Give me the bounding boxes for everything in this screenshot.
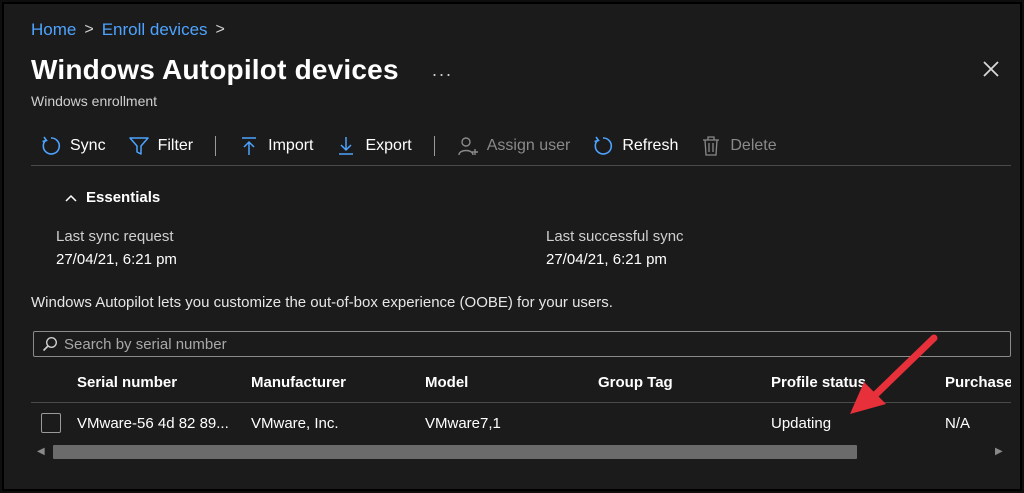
essentials-toggle[interactable]: Essentials bbox=[64, 189, 160, 206]
annotation-arrow-icon bbox=[850, 334, 938, 414]
essentials-label: Essentials bbox=[86, 189, 161, 206]
column-header-purchase[interactable]: Purchase bbox=[945, 374, 1011, 391]
last-successful-sync-value: 27/04/21, 6:21 pm bbox=[546, 251, 667, 268]
row-checkbox-cell bbox=[31, 413, 77, 433]
chevron-up-icon bbox=[65, 194, 77, 202]
breadcrumb-separator: > bbox=[215, 21, 225, 38]
cell-model: VMware7,1 bbox=[425, 414, 501, 432]
assign-user-button[interactable]: Assign user bbox=[457, 135, 571, 157]
cell-manufacturer: VMware, Inc. bbox=[251, 414, 339, 432]
page-title: Windows Autopilot devices bbox=[31, 54, 399, 85]
column-header-group-tag[interactable]: Group Tag bbox=[598, 374, 771, 391]
toolbar-divider-line bbox=[31, 165, 1011, 166]
last-sync-request-label: Last sync request bbox=[56, 228, 174, 245]
search-input[interactable] bbox=[64, 335, 964, 353]
trash-icon bbox=[703, 136, 720, 156]
column-header-serial-number[interactable]: Serial number bbox=[77, 374, 251, 391]
breadcrumb: Home > Enroll devices > bbox=[31, 20, 225, 40]
search-icon bbox=[42, 336, 58, 352]
import-button[interactable]: Import bbox=[238, 135, 313, 157]
refresh-icon bbox=[594, 136, 613, 155]
cell-serial-number[interactable]: VMware-56 4d 82 89... bbox=[77, 415, 251, 432]
delete-label: Delete bbox=[730, 137, 777, 154]
more-options-button[interactable]: ... bbox=[432, 60, 453, 81]
last-successful-sync: Last successful sync 27/04/21, 6:21 pm bbox=[546, 228, 684, 268]
column-header-manufacturer[interactable]: Manufacturer bbox=[251, 374, 425, 391]
export-label: Export bbox=[365, 137, 412, 154]
filter-icon bbox=[128, 137, 149, 155]
refresh-button[interactable]: Refresh bbox=[592, 135, 678, 157]
assign-user-label: Assign user bbox=[486, 137, 571, 154]
toolbar-divider bbox=[433, 136, 435, 156]
last-successful-sync-label: Last successful sync bbox=[546, 228, 684, 245]
column-header-model[interactable]: Model bbox=[425, 374, 598, 391]
close-icon[interactable] bbox=[980, 58, 1002, 80]
breadcrumb-separator: > bbox=[84, 21, 94, 38]
toolbar-divider bbox=[215, 136, 217, 156]
row-checkbox[interactable] bbox=[41, 413, 61, 433]
scroll-left-arrow-icon[interactable]: ◀ bbox=[37, 447, 47, 457]
filter-button[interactable]: Filter bbox=[128, 135, 194, 157]
refresh-label: Refresh bbox=[622, 137, 679, 154]
last-sync-request-value: 27/04/21, 6:21 pm bbox=[56, 251, 177, 268]
sync-label: Sync bbox=[70, 137, 106, 154]
filter-label: Filter bbox=[157, 137, 194, 154]
cell-purchase: N/A bbox=[945, 414, 971, 432]
autopilot-devices-blade: Home > Enroll devices > Windows Autopilo… bbox=[4, 4, 1020, 489]
horizontal-scrollbar[interactable]: ◀ ▶ bbox=[33, 443, 1011, 461]
page-subtitle: Windows enrollment bbox=[31, 93, 158, 109]
autopilot-description: Windows Autopilot lets you customize the… bbox=[31, 294, 613, 311]
breadcrumb-home-link[interactable]: Home bbox=[31, 20, 76, 40]
screenshot-frame: Home > Enroll devices > Windows Autopilo… bbox=[2, 2, 1022, 491]
sync-icon bbox=[42, 136, 61, 155]
delete-button[interactable]: Delete bbox=[700, 135, 777, 157]
command-bar: Sync Filter Import Export Assign user Re… bbox=[40, 131, 799, 161]
import-label: Import bbox=[268, 137, 314, 154]
add-user-icon bbox=[458, 137, 478, 156]
import-icon bbox=[242, 137, 257, 155]
sync-button[interactable]: Sync bbox=[40, 135, 106, 157]
last-sync-request: Last sync request 27/04/21, 6:21 pm bbox=[56, 228, 177, 268]
export-icon bbox=[339, 137, 354, 155]
export-button[interactable]: Export bbox=[335, 135, 412, 157]
breadcrumb-enroll-devices-link[interactable]: Enroll devices bbox=[102, 20, 208, 40]
scrollbar-thumb[interactable] bbox=[53, 445, 857, 459]
scroll-right-arrow-icon[interactable]: ▶ bbox=[995, 447, 1005, 457]
